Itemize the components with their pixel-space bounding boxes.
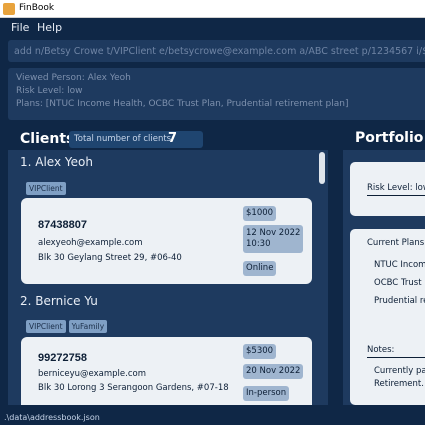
client-tags: VIPClient — [26, 178, 69, 195]
client-count-value: 7 — [168, 131, 178, 146]
plans-header: Current Plans: — [367, 238, 425, 248]
split-divider[interactable] — [331, 128, 337, 408]
client-email: alexyeoh@example.com — [38, 238, 143, 248]
meeting-mode-badge: Online — [243, 261, 277, 276]
note-line: Retirement. — [374, 379, 424, 389]
notes-card: Notes: Currently pa Retirement. — [350, 331, 425, 405]
portfolio-panel: Risk Level: low Current Plans: NTUC Inco… — [343, 150, 425, 405]
tag: VIPClient — [26, 182, 66, 195]
plan-item: NTUC Income Health — [374, 260, 425, 270]
risk-card: Risk Level: low — [350, 162, 425, 216]
app-icon — [3, 3, 15, 15]
client-list-scrollbar[interactable] — [319, 152, 325, 184]
notes-header: Notes: — [367, 345, 395, 355]
client-phone: 99272758 — [38, 352, 87, 364]
result-line-risk: Risk Level: low — [16, 86, 83, 96]
meeting-badge: 20 Nov 2022 — [243, 364, 304, 379]
client-address: Blk 30 Geylang Street 29, #06-40 — [38, 253, 182, 263]
clients-title: Clients — [20, 131, 75, 147]
client-phone: 87438807 — [38, 219, 87, 231]
meeting-time: 10:30 — [246, 239, 271, 249]
client-address: Blk 30 Lorong 3 Serangoon Gardens, #07-1… — [38, 383, 229, 393]
client-count-label: Total number of clients: — [74, 134, 174, 144]
client-email: berniceyu@example.com — [38, 369, 146, 379]
window-title: FinBook — [19, 3, 55, 13]
client-name: 1. Alex Yeoh — [20, 155, 93, 169]
note-line: Currently pa — [374, 366, 425, 376]
income-badge: $1000 — [243, 206, 277, 221]
menu-help[interactable]: Help — [37, 21, 62, 34]
income-badge: $5300 — [243, 344, 277, 359]
plan-item: OCBC Trust Plan — [374, 278, 425, 288]
result-line-person: Viewed Person: Alex Yeoh — [16, 73, 131, 83]
risk-level: Risk Level: low — [367, 183, 425, 193]
window-titlebar: FinBook — [0, 0, 425, 18]
result-line-plans: Plans: [NTUC Income Health, OCBC Trust P… — [16, 99, 349, 109]
client-count-badge: Total number of clients: 7 — [69, 131, 203, 148]
menu-file[interactable]: File — [11, 21, 29, 34]
notes-underline — [367, 357, 425, 358]
client-tags: VIPClient YuFamily — [26, 316, 110, 333]
plans-card: Current Plans: NTUC Income Health OCBC T… — [350, 229, 425, 344]
meeting-mode-badge: In-person — [243, 386, 290, 401]
tag: YuFamily — [68, 320, 108, 333]
client-card[interactable]: 87438807 alexyeoh@example.com Blk 30 Gey… — [21, 198, 312, 284]
command-box — [8, 40, 425, 62]
tag: VIPClient — [26, 320, 66, 333]
portfolio-title: Portfolio — [355, 130, 424, 146]
status-bar: .\data\addressbook.json — [0, 408, 425, 425]
client-card[interactable]: 99272758 berniceyu@example.com Blk 30 Lo… — [21, 337, 312, 405]
menu-bar: File Help — [0, 18, 425, 38]
plan-item: Prudential retirement plan — [374, 296, 425, 306]
command-input[interactable] — [8, 40, 425, 62]
meeting-badge: 12 Nov 2022 10:30 — [243, 225, 304, 253]
risk-underline — [367, 195, 425, 196]
result-display: Viewed Person: Alex Yeoh Risk Level: low… — [8, 68, 425, 120]
meeting-date: 12 Nov 2022 — [246, 228, 301, 238]
save-location: .\data\addressbook.json — [4, 413, 100, 422]
client-list[interactable]: 1. Alex Yeoh VIPClient 87438807 alexyeoh… — [8, 150, 328, 405]
client-name: 2. Bernice Yu — [20, 294, 98, 308]
